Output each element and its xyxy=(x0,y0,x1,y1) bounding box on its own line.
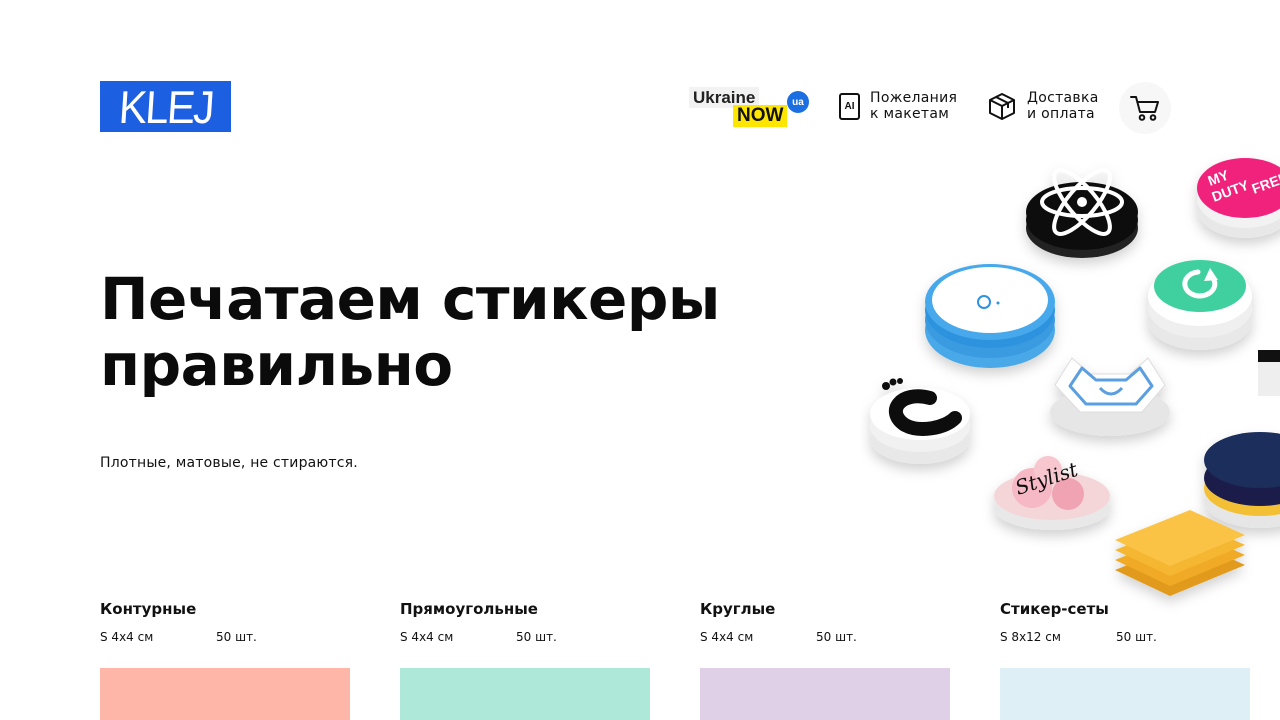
navy-round-sticker xyxy=(1204,432,1280,528)
category-size: S 4х4 см xyxy=(100,630,154,644)
nav-delivery-payment[interactable]: Доставка и оплата xyxy=(987,90,1099,122)
fox-sticker xyxy=(1050,357,1170,436)
category-name: Круглые xyxy=(700,600,776,618)
hero-title-line-2: правильно xyxy=(100,331,453,399)
nav-line-2: и оплата xyxy=(1027,106,1095,122)
category-qty: 50 шт. xyxy=(1116,630,1157,644)
category-meta: S 4х4 см 50 шт. xyxy=(100,630,350,644)
yellow-square-sticker xyxy=(1115,510,1245,596)
category-size: S 4х4 см xyxy=(400,630,454,644)
nav-design-requirements[interactable]: AI Пожелания к макетам xyxy=(839,90,957,122)
category-meta: S 4х4 см 50 шт. xyxy=(400,630,650,644)
category-qty: 50 шт. xyxy=(216,630,257,644)
partial-sticker-right xyxy=(1258,350,1280,396)
floral-sticker: Stylist xyxy=(994,456,1110,530)
category-name: Прямоугольные xyxy=(400,600,538,618)
hero-title-line-1: Печатаем стикеры xyxy=(100,265,720,333)
category-size: S 4х4 см xyxy=(700,630,754,644)
atom-sticker xyxy=(1026,168,1138,258)
hero-subtitle: Плотные, матовые, не стираются. xyxy=(100,455,358,471)
category-qty: 50 шт. xyxy=(516,630,557,644)
ukraine-now-badge[interactable]: Ukraine NOW ua xyxy=(689,85,811,129)
ai-file-icon: AI xyxy=(839,92,860,120)
nav-line-1: Пожелания xyxy=(870,90,958,106)
nav-line-2: к макетам xyxy=(870,106,950,122)
category-size: S 8х12 см xyxy=(1000,630,1061,644)
category-round[interactable]: Круглые S 4х4 см 50 шт. xyxy=(700,600,950,720)
category-meta: S 8х12 см 50 шт. xyxy=(1000,630,1250,644)
nav-line-1: Доставка xyxy=(1027,90,1099,106)
ua-badge: ua xyxy=(787,91,809,113)
klej-logo[interactable]: KLEJ xyxy=(100,80,231,133)
cart-button[interactable] xyxy=(1119,82,1171,134)
hero-title: Печатаем стикеры правильно xyxy=(100,266,820,398)
blue-round-sticker xyxy=(925,264,1055,368)
duty-free-sticker: MY DUTY FREE xyxy=(1197,158,1280,238)
nav-design-requirements-label: Пожелания к макетам xyxy=(870,90,957,122)
category-rectangular[interactable]: Прямоугольные S 4х4 см 50 шт. xyxy=(400,600,650,720)
black-c-sticker xyxy=(870,378,970,464)
cart-icon xyxy=(1130,96,1159,121)
category-image[interactable] xyxy=(1000,668,1250,720)
category-image[interactable] xyxy=(100,668,350,720)
box-icon xyxy=(989,93,1015,120)
stickers-illustration: MY DUTY FREE Stylist xyxy=(870,158,1280,596)
green-refresh-sticker xyxy=(1148,260,1252,350)
ukraine-now-word-2: NOW xyxy=(733,105,788,127)
nav-delivery-payment-label: Доставка и оплата xyxy=(1027,90,1099,122)
category-name: Контурные xyxy=(100,600,197,618)
category-image[interactable] xyxy=(400,668,650,720)
category-image[interactable] xyxy=(700,668,950,720)
category-qty: 50 шт. xyxy=(816,630,857,644)
category-contour[interactable]: Контурные S 4х4 см 50 шт. xyxy=(100,600,350,720)
logo-text: KLEJ xyxy=(116,80,215,133)
category-name: Стикер-сеты xyxy=(1000,600,1109,618)
category-sticker-sets[interactable]: Стикер-сеты S 8х12 см 50 шт. xyxy=(1000,600,1250,720)
category-meta: S 4х4 см 50 шт. xyxy=(700,630,950,644)
